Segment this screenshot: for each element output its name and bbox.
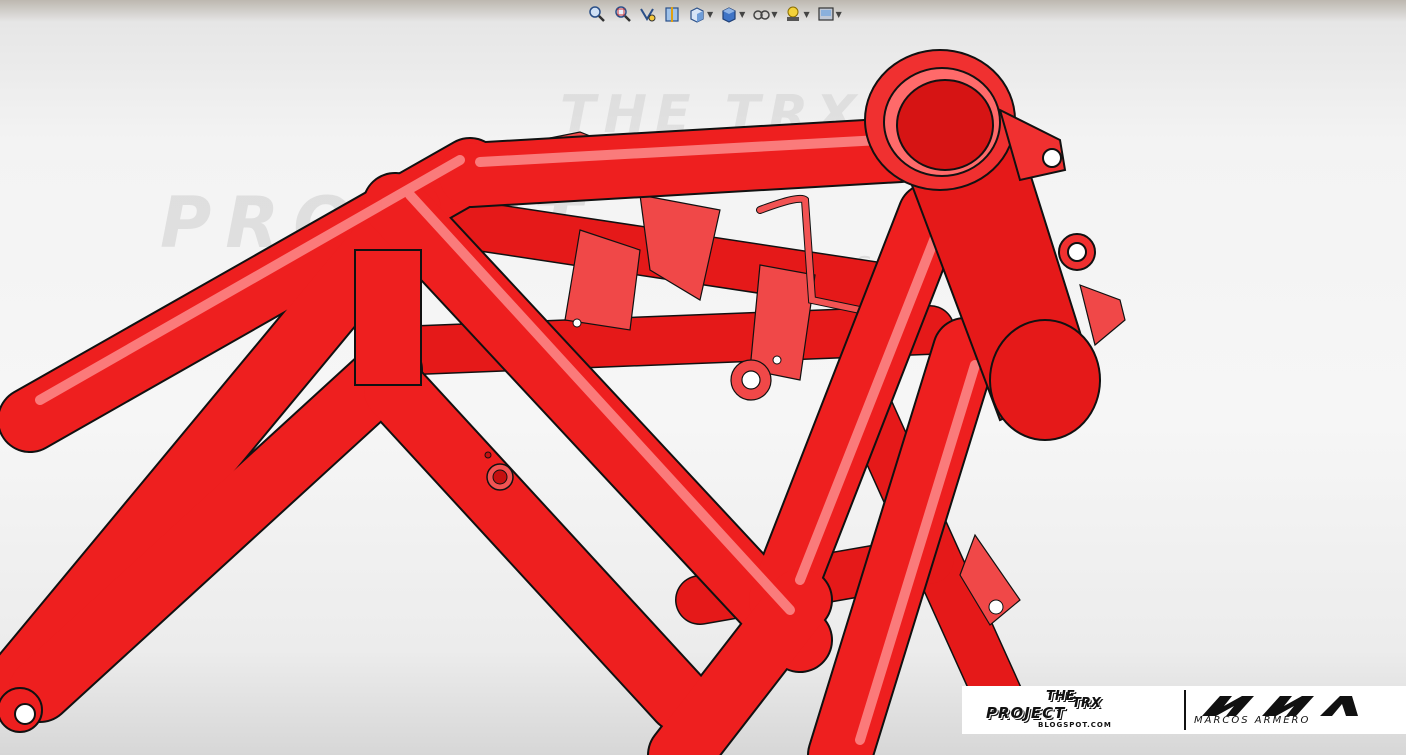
previous-view-icon [640, 8, 656, 22]
view-orientation-button[interactable]: ▼ [686, 4, 715, 24]
zoom-to-fit-icon [589, 6, 605, 22]
graphics-viewport[interactable]: THE TRX PROJECT BLOGSPOT.COM ▼ ▼ ▼ ▼ ▼ T… [0, 0, 1406, 755]
view-heads-up-toolbar: ▼ ▼ ▼ ▼ ▼ [586, 3, 844, 25]
edit-appearance-button[interactable]: ▼ [782, 4, 811, 24]
zoom-to-fit-button[interactable] [586, 4, 608, 24]
zoom-to-area-button[interactable] [611, 4, 633, 24]
apply-scene-icon [818, 7, 834, 21]
apply-scene-button[interactable]: ▼ [815, 4, 844, 24]
logo-line-blogspot: BLOGSPOT.COM [1038, 721, 1112, 729]
hide-show-items-icon [753, 10, 771, 20]
section-view-button[interactable] [661, 4, 683, 24]
trx-project-logo: THE TRX PROJECT BLOGSPOT.COM [968, 688, 1178, 732]
logo-divider [1184, 690, 1186, 730]
logo-author-name: MARCOS ARMERO [1194, 715, 1311, 726]
logo-line-project: PROJECT [986, 704, 1066, 722]
chevron-down-icon: ▼ [835, 9, 842, 19]
frame-model[interactable] [0, 0, 1406, 755]
logo-line-trx: TRX [1072, 696, 1101, 711]
hide-show-items-button[interactable]: ▼ [750, 4, 779, 24]
section-view-icon [665, 7, 679, 22]
zoom-to-area-icon [615, 6, 631, 22]
chevron-down-icon: ▼ [707, 9, 714, 19]
edit-appearance-icon [787, 6, 800, 21]
branding-logo: THE TRX PROJECT BLOGSPOT.COM MARCOS ARME… [962, 686, 1406, 734]
view-orientation-icon [690, 7, 704, 23]
previous-view-button[interactable] [636, 4, 658, 24]
chevron-down-icon: ▼ [771, 9, 778, 19]
display-style-button[interactable]: ▼ [718, 4, 747, 24]
ma-monogram-icon [1202, 696, 1358, 716]
display-style-icon [722, 7, 736, 23]
logo-line-the: THE [1046, 689, 1075, 704]
chevron-down-icon: ▼ [739, 9, 746, 19]
chevron-down-icon: ▼ [803, 9, 810, 19]
